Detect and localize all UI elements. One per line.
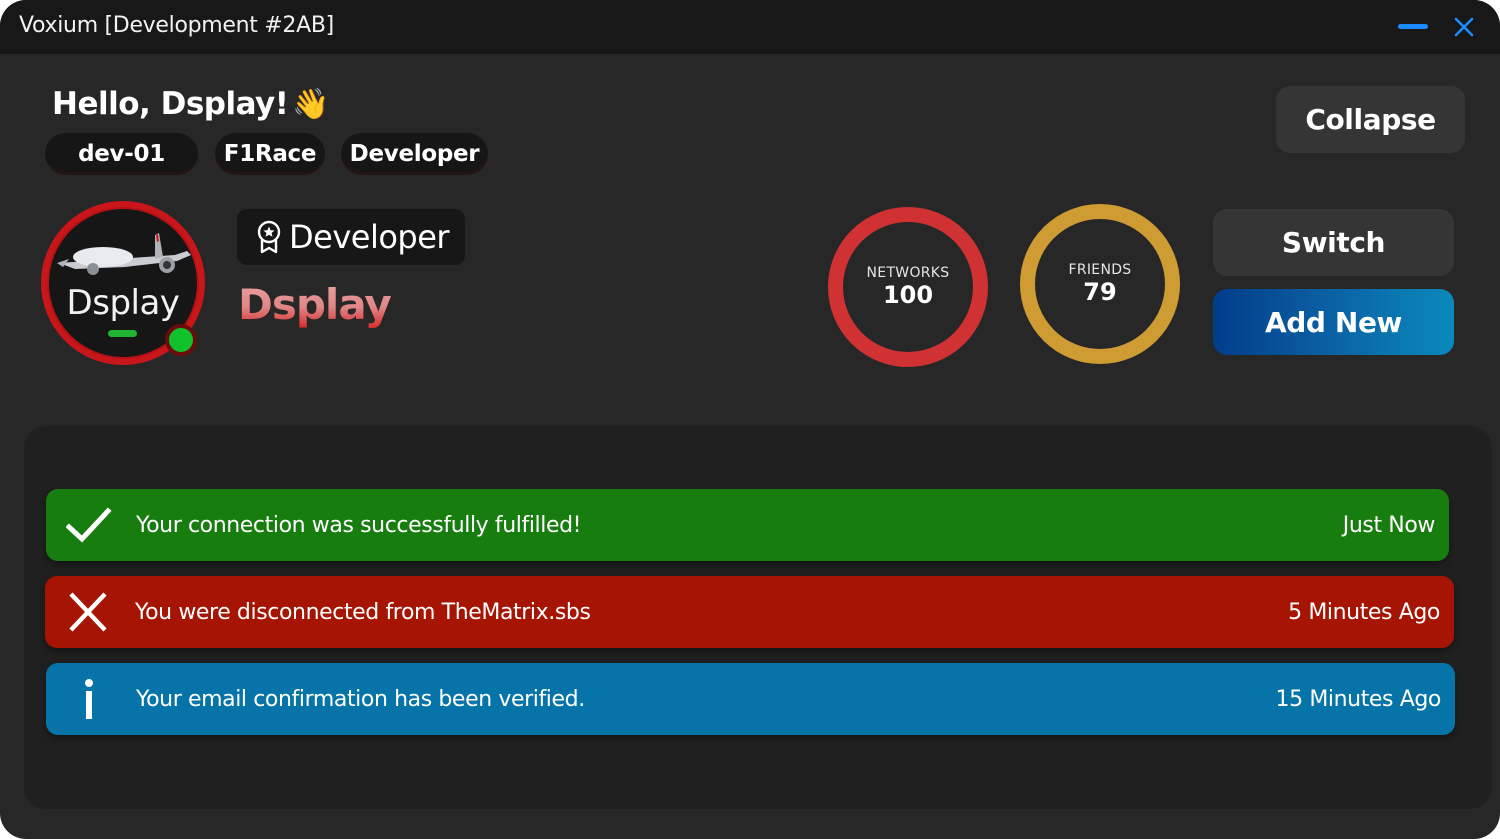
role-badge: Developer	[237, 209, 465, 265]
wave-emoji-icon: 👋	[292, 87, 330, 122]
title-bar[interactable]: Voxium [Development #2AB]	[0, 0, 1500, 54]
chip-dev-01[interactable]: dev-01	[45, 133, 198, 175]
greeting-heading: Hello, Dsplay! 👋	[52, 86, 330, 122]
notification-message: Your connection was successfully fulfill…	[136, 512, 582, 538]
online-status-indicator	[165, 324, 197, 356]
notification-info[interactable]: Your email confirmation has been verifie…	[46, 663, 1455, 735]
minimize-icon[interactable]	[1398, 24, 1428, 29]
close-icon[interactable]	[1453, 16, 1475, 38]
notification-time: 15 Minutes Ago	[1275, 686, 1442, 712]
avatar-tag	[108, 330, 137, 337]
x-icon	[69, 592, 107, 632]
add-new-button[interactable]: Add New	[1213, 289, 1454, 355]
notification-error[interactable]: You were disconnected from TheMatrix.sbs…	[45, 576, 1454, 648]
stat-friends-label: FRIENDS	[1068, 262, 1132, 278]
notification-time: 5 Minutes Ago	[1288, 599, 1440, 625]
notification-message: Your email confirmation has been verifie…	[136, 686, 585, 712]
window-title: Voxium [Development #2AB]	[19, 13, 334, 38]
stat-networks: NETWORKS 100	[828, 207, 988, 367]
chip-developer[interactable]: Developer	[341, 133, 488, 175]
notification-time: Just Now	[1342, 512, 1436, 538]
switch-button[interactable]: Switch	[1213, 209, 1454, 276]
role-badge-label: Developer	[289, 218, 450, 256]
avatar-text: Dsplay	[66, 283, 180, 323]
stat-friends-value: 79	[1083, 278, 1117, 306]
greeting-text: Hello, Dsplay!	[52, 86, 289, 122]
airplane-icon	[57, 233, 191, 275]
username: Dsplay	[238, 280, 392, 329]
stat-networks-label: NETWORKS	[866, 265, 950, 281]
award-icon	[257, 220, 281, 254]
stat-friends: FRIENDS 79	[1020, 204, 1180, 364]
chip-f1race[interactable]: F1Race	[215, 133, 325, 175]
check-icon	[66, 507, 112, 543]
avatar[interactable]: Dsplay	[41, 201, 205, 365]
stat-networks-value: 100	[882, 281, 934, 309]
notification-success[interactable]: Your connection was successfully fulfill…	[46, 489, 1449, 561]
collapse-button[interactable]: Collapse	[1276, 86, 1465, 153]
app-window: Voxium [Development #2AB] Hello, Dsplay!…	[0, 0, 1500, 839]
notification-message: You were disconnected from TheMatrix.sbs	[135, 599, 591, 625]
info-icon	[85, 679, 93, 719]
